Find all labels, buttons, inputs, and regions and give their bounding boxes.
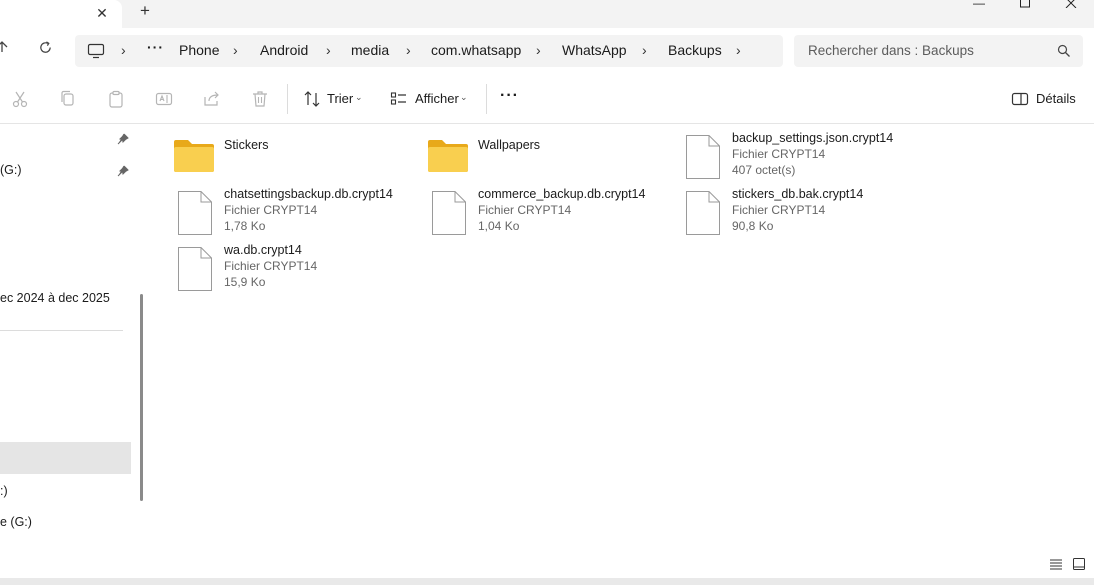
folder-icon	[426, 138, 470, 174]
tiles-view-icon[interactable]	[1072, 557, 1086, 571]
title-bar: ✕ + —	[0, 0, 1094, 28]
item-type: Fichier CRYPT14	[478, 203, 572, 217]
refresh-icon[interactable]	[33, 39, 57, 63]
minimize-icon[interactable]: —	[968, 0, 990, 10]
folder-icon	[172, 138, 216, 174]
search-input[interactable]: Rechercher dans : Backups	[808, 43, 974, 58]
breadcrumb-media[interactable]: media	[351, 42, 389, 58]
chevron-right-icon[interactable]: ›	[736, 42, 741, 58]
breadcrumb-com-whatsapp[interactable]: com.whatsapp	[431, 42, 521, 58]
details-pane-icon[interactable]	[1011, 89, 1031, 109]
chevron-down-icon[interactable]: ⌄	[460, 92, 468, 103]
status-bar	[0, 552, 1094, 578]
item-size: 1,78 Ko	[224, 219, 266, 233]
item-name: commerce_backup.db.crypt14	[478, 187, 646, 201]
computer-icon	[87, 43, 105, 62]
maximize-icon[interactable]	[1014, 0, 1036, 10]
search-box[interactable]: Rechercher dans : Backups	[794, 35, 1083, 67]
delete-icon[interactable]	[250, 89, 270, 109]
item-name: Wallpapers	[478, 138, 541, 152]
file-list: Stickers Wallpapers backup_settings.json…	[148, 124, 1094, 552]
address-bar[interactable]: › ··· Phone › Android › media › com.what…	[75, 35, 783, 67]
chevron-right-icon: ›	[642, 42, 647, 58]
sidebar-scrollbar[interactable]	[140, 294, 143, 501]
item-type: Fichier CRYPT14	[224, 259, 318, 273]
paste-icon[interactable]	[106, 89, 126, 109]
sort-icon[interactable]	[302, 89, 322, 109]
search-icon	[1057, 44, 1071, 58]
item-type: Fichier CRYPT14	[732, 147, 826, 161]
chevron-down-icon[interactable]: ⌄	[355, 92, 363, 103]
file-icon	[685, 190, 721, 236]
up-arrow-icon[interactable]	[0, 39, 14, 63]
file-item-stickers-db[interactable]: stickers_db.bak.crypt14 Fichier CRYPT14 …	[656, 187, 906, 239]
item-name: chatsettingsbackup.db.crypt14	[224, 187, 393, 201]
details-button[interactable]: Détails	[1036, 91, 1076, 106]
sidebar-item-drive-c[interactable]: :)	[0, 484, 8, 498]
pin-icon	[117, 165, 129, 177]
file-explorer-window: ✕ + — › ··· Phone › Android › media › co…	[0, 0, 1094, 578]
chevron-right-icon: ›	[536, 42, 541, 58]
sort-button[interactable]: Trier	[327, 91, 353, 106]
file-item-wa-db[interactable]: wa.db.crypt14 Fichier CRYPT14 15,9 Ko	[148, 243, 398, 295]
breadcrumb-backups[interactable]: Backups	[668, 42, 722, 58]
breadcrumb-android[interactable]: Android	[260, 42, 308, 58]
more-options-button[interactable]: ···	[500, 87, 519, 105]
item-name: backup_settings.json.crypt14	[732, 131, 894, 145]
item-size: 407 octet(s)	[732, 163, 796, 177]
background-strip	[0, 578, 1094, 585]
item-name: wa.db.crypt14	[224, 243, 302, 257]
breadcrumb-more[interactable]: ···	[147, 39, 164, 55]
chevron-right-icon: ›	[406, 42, 411, 58]
item-size: 90,8 Ko	[732, 219, 774, 233]
command-bar: Trier ⌄ Afficher ⌄ ··· Détails	[0, 74, 1094, 124]
view-button[interactable]: Afficher	[415, 91, 459, 106]
item-size: 15,9 Ko	[224, 275, 266, 289]
chevron-right-icon: ›	[326, 42, 331, 58]
view-icon[interactable]	[389, 89, 409, 109]
chevron-right-icon: ›	[233, 42, 238, 58]
sidebar-divider	[0, 330, 123, 331]
file-item-commerce-backup[interactable]: commerce_backup.db.crypt14 Fichier CRYPT…	[402, 187, 652, 239]
details-view-icon[interactable]	[1049, 557, 1063, 571]
pin-icon	[117, 133, 129, 145]
item-size: 1,04 Ko	[478, 219, 520, 233]
rename-icon[interactable]	[154, 89, 174, 109]
item-type: Fichier CRYPT14	[732, 203, 826, 217]
chevron-right-icon: ›	[121, 42, 126, 58]
toolbar-divider	[287, 84, 288, 114]
address-row: › ··· Phone › Android › media › com.what…	[0, 28, 1094, 74]
item-type: Fichier CRYPT14	[224, 203, 318, 217]
sidebar-item-date-range[interactable]: ec 2024 à dec 2025	[0, 291, 110, 305]
navigation-pane: (G:) ec 2024 à dec 2025 :) e (G:)	[0, 124, 148, 552]
folder-item-wallpapers[interactable]: Wallpapers	[402, 131, 652, 183]
file-item-backup-settings[interactable]: backup_settings.json.crypt14 Fichier CRY…	[656, 131, 906, 183]
file-icon	[685, 134, 721, 180]
share-icon[interactable]	[202, 89, 222, 109]
close-tab-icon[interactable]: ✕	[92, 3, 112, 23]
file-icon	[431, 190, 467, 236]
copy-icon[interactable]	[58, 89, 78, 109]
folder-item-stickers[interactable]: Stickers	[148, 131, 398, 183]
breadcrumb-whatsapp[interactable]: WhatsApp	[562, 42, 627, 58]
close-window-icon[interactable]	[1060, 0, 1082, 10]
sidebar-item-drive-g-2[interactable]: e (G:)	[0, 515, 32, 529]
file-icon	[177, 246, 213, 292]
item-name: stickers_db.bak.crypt14	[732, 187, 864, 201]
new-tab-button[interactable]: +	[134, 1, 156, 23]
explorer-tab[interactable]: ✕	[0, 0, 122, 28]
sidebar-item-selected[interactable]	[0, 442, 131, 474]
sidebar-item-drive-g[interactable]: (G:)	[0, 163, 22, 177]
item-name: Stickers	[224, 138, 269, 152]
toolbar-divider	[486, 84, 487, 114]
breadcrumb-phone[interactable]: Phone	[179, 42, 219, 58]
file-item-chatsettingsbackup[interactable]: chatsettingsbackup.db.crypt14 Fichier CR…	[148, 187, 398, 239]
file-icon	[177, 190, 213, 236]
cut-icon[interactable]	[10, 89, 30, 109]
